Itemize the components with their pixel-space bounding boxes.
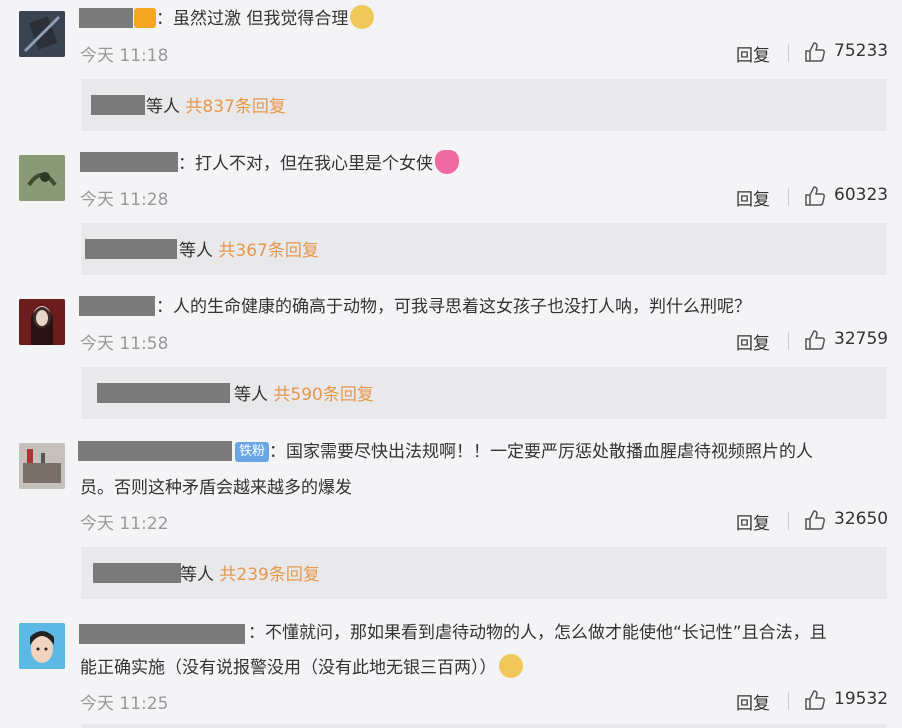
heart-emoji-icon: [435, 150, 459, 174]
dog-emoji-icon: [498, 654, 523, 678]
replies-summary: 等人 共837条回复: [146, 92, 286, 117]
replies-who: 等人: [234, 385, 268, 405]
replies-box[interactable]: 等人 共239条回复: [81, 547, 887, 599]
vip-icon: [134, 8, 156, 28]
avatar[interactable]: [19, 155, 65, 201]
comment-text: 铁粉 ：国家需要尽快出法规啊！！一定要严厉惩处散播血腥虐待视频照片的人: [235, 439, 813, 465]
reply-user-redacted: [93, 563, 181, 583]
replies-box[interactable]: 等人 共837条回复: [81, 79, 887, 131]
timestamp: 今天 11:25: [80, 694, 169, 714]
divider: [788, 692, 789, 710]
dog-emoji-icon: [350, 5, 375, 29]
username-redacted[interactable]: [79, 624, 245, 644]
replies-summary: 等人 共590条回复: [234, 380, 374, 405]
replies-count-link[interactable]: 共367条回复: [218, 241, 318, 261]
divider: [788, 512, 789, 530]
replies-box[interactable]: 等人 共590条回复: [81, 367, 887, 419]
avatar[interactable]: [19, 623, 65, 669]
comment-text: ：虽然过激 但我觉得合理: [156, 5, 375, 32]
reply-button[interactable]: 回复: [736, 509, 770, 534]
replies-count-link[interactable]: 共837条回复: [185, 97, 285, 117]
reply-button[interactable]: 回复: [736, 329, 770, 354]
username-redacted[interactable]: [79, 8, 133, 28]
avatar[interactable]: [19, 443, 65, 489]
like-count: 19532: [834, 689, 889, 709]
username-redacted[interactable]: [80, 152, 178, 172]
avatar[interactable]: [19, 299, 65, 345]
timestamp: 今天 11:18: [80, 46, 169, 66]
divider: [788, 44, 789, 62]
thumbs-up-icon[interactable]: [804, 509, 826, 531]
replies-count-link[interactable]: 共239条回复: [219, 565, 319, 585]
reply-button[interactable]: 回复: [736, 41, 770, 66]
reply-user-redacted: [85, 239, 177, 259]
replies-who: 等人: [146, 97, 180, 117]
like-count: 75233: [834, 41, 889, 61]
comment-text: ：人的生命健康的确高于动物，可我寻思着这女孩子也没打人呐，判什么刑呢？: [156, 297, 751, 317]
comment-text-continued: 员。否则这种矛盾会越来越多的爆发: [80, 478, 352, 498]
replies-count-link[interactable]: 共590条回复: [273, 385, 373, 405]
replies-box-partial[interactable]: [81, 724, 887, 728]
reply-button[interactable]: 回复: [736, 185, 770, 210]
comment-text: ：打人不对，但在我心里是个女侠: [178, 150, 459, 177]
like-count: 60323: [834, 185, 889, 205]
replies-box[interactable]: 等人 共367条回复: [81, 223, 887, 275]
divider: [788, 188, 789, 206]
username-redacted[interactable]: [79, 296, 155, 316]
replies-who: 等人: [180, 565, 214, 585]
reply-button[interactable]: 回复: [736, 689, 770, 714]
timestamp: 今天 11:58: [80, 334, 169, 354]
avatar[interactable]: [19, 11, 65, 57]
replies-summary: 等人 共367条回复: [179, 236, 319, 261]
comment-text-continued: 能正确实施（没有说报警没用（没有此地无银三百两））: [80, 654, 523, 681]
thumbs-up-icon[interactable]: [804, 689, 826, 711]
comment-text: ：不懂就问，那如果看到虐待动物的人，怎么做才能使他“长记性”且合法，且: [248, 623, 827, 643]
timestamp: 今天 11:22: [80, 514, 169, 534]
reply-user-redacted: [97, 383, 230, 403]
timestamp: 今天 11:28: [80, 190, 169, 210]
thumbs-up-icon[interactable]: [804, 329, 826, 351]
thumbs-up-icon[interactable]: [804, 185, 826, 207]
like-count: 32650: [834, 509, 889, 529]
username-redacted[interactable]: [78, 441, 232, 461]
fan-badge[interactable]: 铁粉: [235, 442, 270, 462]
like-count: 32759: [834, 329, 889, 349]
replies-summary: 等人 共239条回复: [180, 560, 320, 585]
replies-who: 等人: [179, 241, 213, 261]
divider: [788, 332, 789, 350]
reply-user-redacted: [91, 95, 145, 115]
thumbs-up-icon[interactable]: [804, 41, 826, 63]
